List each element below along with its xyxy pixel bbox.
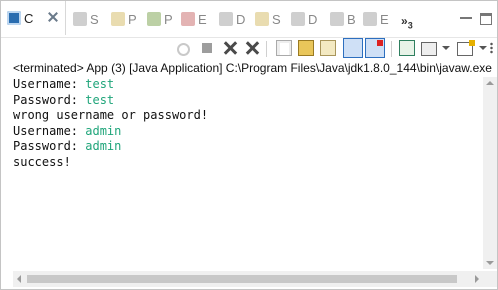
word-wrap-icon[interactable] (320, 40, 336, 56)
tab-label: B (347, 11, 356, 27)
console-output-text: Password: (13, 139, 86, 154)
error-log-icon (181, 12, 195, 26)
tab-problems[interactable]: P (111, 7, 137, 31)
chevron-down-icon[interactable] (442, 46, 450, 50)
tab-servers[interactable]: S (255, 7, 281, 31)
console-input-text: admin (85, 123, 122, 138)
tab-overflow-button[interactable]: »3 (401, 14, 413, 30)
console-output-text: Username: (13, 123, 86, 138)
overflow-count: 3 (407, 20, 413, 31)
console-line: Username: test (13, 77, 483, 93)
scroll-lock-icon[interactable] (298, 40, 314, 56)
launch-description: <terminated> App (3) [Java Application] … (13, 61, 493, 75)
console-line: Password: admin (13, 139, 483, 155)
terminate-icon[interactable] (199, 40, 215, 56)
tab-javadoc[interactable]: D (219, 7, 245, 31)
progress-icon (147, 12, 161, 26)
servers-icon (255, 12, 269, 26)
clear-console-icon[interactable] (276, 40, 292, 56)
scrollbar-corner (483, 271, 497, 287)
console-line: success! (13, 155, 483, 171)
chevron-down-icon[interactable] (486, 261, 494, 265)
tab-progress[interactable]: P (147, 7, 173, 31)
toolbar-separator (391, 41, 392, 57)
minimize-icon[interactable] (460, 12, 472, 24)
data-source-icon (291, 12, 305, 26)
chevron-up-icon[interactable] (486, 81, 494, 85)
console-toolbar (1, 38, 497, 60)
tab-expressions[interactable]: E (363, 7, 389, 31)
tab-data-source[interactable]: D (291, 7, 317, 31)
tab-breakpoints[interactable]: B (330, 7, 356, 31)
view-tab-strip: C S P P E D S D B E »3 (1, 1, 497, 38)
display-console-icon[interactable] (421, 42, 437, 56)
console-line: Password: test (13, 93, 483, 109)
console-icon (7, 11, 21, 25)
console-output[interactable]: Username: test Password: test wrong userna… (13, 77, 483, 171)
console-input-text: test (85, 77, 115, 91)
vertical-scrollbar[interactable] (483, 77, 497, 269)
remove-all-terminated-icon[interactable] (244, 40, 260, 56)
tab-label: C (24, 10, 34, 26)
pin-console-icon[interactable] (399, 40, 415, 56)
scrollbar-thumb[interactable] (27, 275, 457, 283)
problems-icon (111, 12, 125, 26)
tab-label: S (272, 11, 281, 27)
chevron-right-icon: » (401, 14, 408, 28)
tab-label: P (164, 11, 173, 27)
tab-label: D (308, 11, 318, 27)
expressions-icon (363, 12, 377, 26)
tab-search[interactable]: S (73, 7, 99, 31)
tab-label: S (90, 11, 99, 27)
tab-label: D (236, 11, 246, 27)
pin-icon[interactable] (174, 40, 190, 56)
show-stderr-icon[interactable] (365, 38, 385, 58)
console-line: wrong username or password! (13, 108, 483, 124)
console-output-text: Password: (13, 92, 86, 107)
tab-label: E (198, 11, 207, 27)
tab-console[interactable]: C (1, 1, 66, 35)
tab-label: E (380, 11, 389, 27)
horizontal-scrollbar[interactable] (13, 271, 483, 287)
chevron-right-icon[interactable] (475, 275, 479, 283)
maximize-icon[interactable] (480, 13, 492, 25)
console-input-text: admin (85, 139, 122, 154)
console-line: Username: admin (13, 124, 483, 140)
open-console-icon[interactable] (457, 40, 475, 56)
chevron-left-icon[interactable] (17, 275, 21, 283)
javadoc-icon (219, 12, 233, 26)
tab-label: P (128, 11, 137, 27)
chevron-down-icon[interactable] (479, 46, 487, 50)
console-view: C S P P E D S D B E »3 <terminated> App … (0, 0, 498, 290)
console-input-text: test (85, 92, 115, 107)
tab-error-log[interactable]: E (181, 7, 207, 31)
close-icon[interactable] (47, 11, 59, 23)
toolbar-separator (266, 41, 267, 57)
console-output-text: Username: (13, 77, 86, 91)
search-icon (73, 12, 87, 26)
console-output-text: wrong username or password! (13, 108, 209, 123)
breakpoints-icon (330, 12, 344, 26)
console-output-text: success! (13, 154, 71, 169)
remove-launch-icon[interactable] (222, 40, 238, 56)
show-stdout-icon[interactable] (343, 38, 363, 58)
view-menu-icon[interactable] (488, 40, 498, 56)
